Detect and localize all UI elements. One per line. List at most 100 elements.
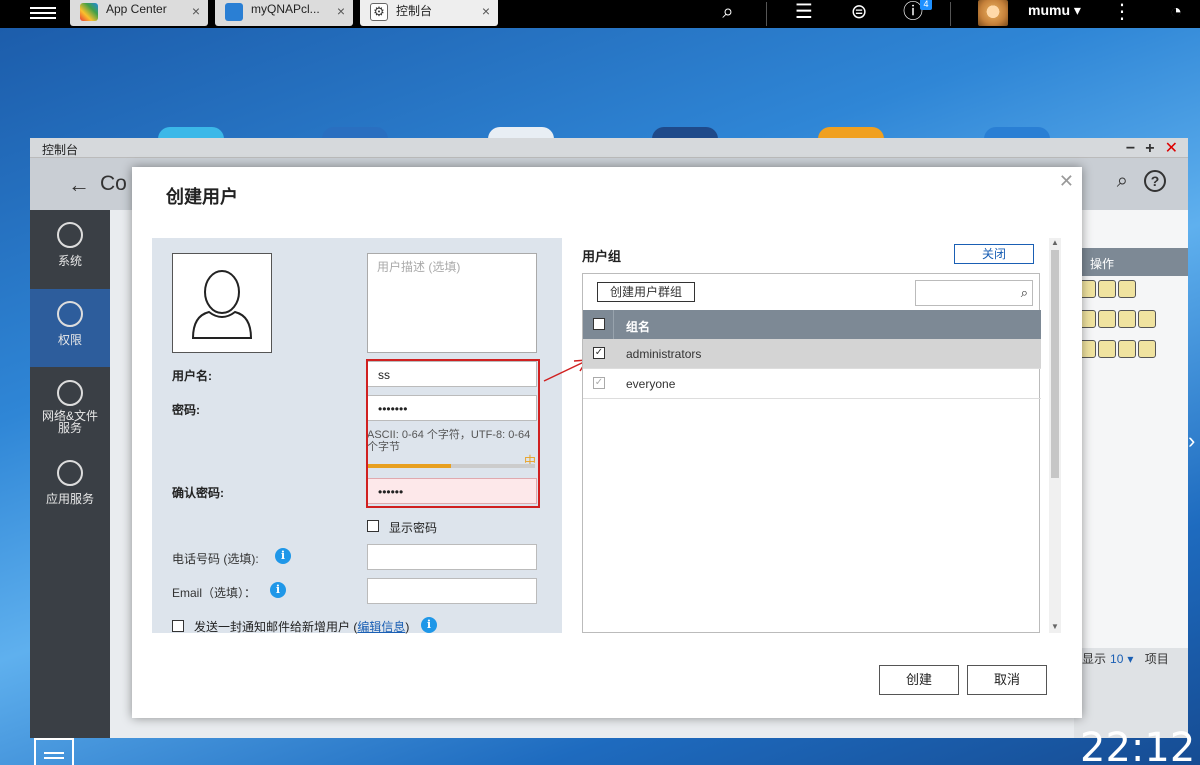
minimize-icon[interactable]: −: [1126, 140, 1135, 157]
close-icon[interactable]: ×: [337, 3, 345, 19]
close-icon[interactable]: ×: [192, 3, 200, 19]
app-permission-icon[interactable]: [1138, 340, 1156, 358]
scroll-down-icon[interactable]: ▼: [1051, 622, 1059, 631]
action-icons-row[interactable]: [1078, 310, 1178, 330]
folder-permission-icon[interactable]: [1118, 340, 1136, 358]
sidebar-item-label: 网络&文件服务: [41, 409, 98, 435]
dialog-title: 创建用户: [166, 187, 238, 207]
scrollbar-thumb[interactable]: [1051, 250, 1059, 478]
tab-myqnapcloud[interactable]: myQNAPcl... ×: [215, 0, 353, 26]
main-menu-icon[interactable]: [30, 4, 56, 24]
chevron-right-icon[interactable]: ›: [1188, 428, 1195, 454]
user-group-panel: 创建用户群组 ⌕ 组名 ✓ administrators ✓ everyone: [582, 273, 1041, 633]
sidebar-item-applications[interactable]: 应用服务: [30, 448, 110, 526]
description-textarea[interactable]: 用户描述 (选填): [367, 253, 537, 353]
gear-icon: ⚙: [370, 3, 388, 21]
close-icon[interactable]: ✕: [1165, 140, 1178, 157]
search-icon[interactable]: ⌕: [1117, 170, 1128, 193]
group-icon[interactable]: [1098, 280, 1116, 298]
notify-email-label: 发送一封通知邮件给新增用户 (: [194, 620, 358, 634]
user-icon: [57, 301, 83, 327]
page-size-value: 10: [1110, 652, 1124, 666]
search-icon[interactable]: ⌕: [714, 0, 742, 26]
phone-label: 电话号码 (选填):: [172, 552, 259, 566]
search-icon[interactable]: ⌕: [1021, 285, 1028, 301]
avatar[interactable]: [172, 253, 272, 353]
cancel-button[interactable]: 取消: [967, 665, 1047, 695]
select-all-checkbox[interactable]: [593, 318, 605, 330]
gear-icon: [57, 222, 83, 248]
info-icon[interactable]: i: [421, 617, 437, 633]
scroll-up-icon[interactable]: ▲: [1051, 238, 1059, 247]
group-table-header: 组名: [583, 310, 1041, 339]
folder-permission-icon[interactable]: [1118, 280, 1136, 298]
close-groups-button[interactable]: 关闭: [954, 244, 1034, 264]
window-titlebar[interactable]: 控制台 − + ✕: [30, 138, 1188, 158]
tab-label: App Center: [106, 2, 167, 16]
group-icon[interactable]: [1098, 310, 1116, 328]
separator: [766, 2, 767, 26]
close-icon[interactable]: ✕: [1059, 171, 1074, 192]
sidebar-item-label: 权限: [57, 333, 82, 347]
user-form-panel: 用户描述 (选填) 用户名: ss 密码: ••••••• ASCII: 0-6…: [152, 238, 562, 635]
user-name: mumu: [1028, 2, 1070, 18]
app-permission-icon[interactable]: [1138, 310, 1156, 328]
maximize-icon[interactable]: +: [1145, 140, 1154, 157]
dashboard-icon[interactable]: ◔: [1162, 0, 1190, 26]
password-label: 密码:: [172, 403, 200, 417]
sidebar-item-system[interactable]: 系统: [30, 210, 110, 288]
highlight-annotation-box: [366, 359, 540, 508]
external-device-icon[interactable]: ⊜: [845, 0, 873, 26]
notify-email-checkbox[interactable]: [172, 620, 184, 632]
description-placeholder: 用户描述 (选填): [377, 260, 461, 274]
column-header-actions: 操作: [1090, 257, 1115, 271]
window-controls: − + ✕: [1116, 138, 1178, 158]
page-size-suffix: 项目: [1144, 652, 1169, 666]
scrollbar[interactable]: ▲ ▼: [1049, 238, 1061, 633]
table-row[interactable]: ✓ everyone: [583, 369, 1041, 399]
show-password-checkbox[interactable]: [367, 520, 379, 532]
group-icon[interactable]: [1098, 340, 1116, 358]
tasks-icon[interactable]: ☰: [790, 0, 818, 26]
notify-email-text: 发送一封通知邮件给新增用户 (编辑信息): [194, 618, 409, 635]
back-arrow-icon[interactable]: ←: [68, 172, 90, 198]
globe-icon: [57, 380, 83, 406]
page-size-selector[interactable]: 显示 10 ▾ 项目: [1082, 650, 1169, 667]
group-checkbox[interactable]: ✓: [593, 347, 605, 359]
notification-icon[interactable]: ⓘ 4: [900, 0, 932, 26]
sidebar: 系统 权限 网络&文件服务 应用服务: [30, 210, 110, 738]
user-menu[interactable]: mumu ▾: [1028, 2, 1081, 19]
sidebar-item-label: 系统: [57, 254, 82, 268]
email-label: Email（选填）：: [172, 586, 257, 600]
group-search-input[interactable]: ⌕: [915, 280, 1033, 306]
apps-grid-icon: [57, 460, 83, 486]
help-icon[interactable]: ?: [1144, 170, 1166, 192]
info-icon[interactable]: i: [270, 582, 286, 598]
sidebar-item-privilege[interactable]: 权限: [30, 289, 110, 367]
phone-input[interactable]: [367, 544, 537, 570]
table-header: 操作: [1074, 248, 1188, 276]
notify-email-suffix: ): [405, 620, 410, 634]
action-icons-row[interactable]: [1078, 340, 1178, 360]
user-silhouette-icon: [191, 270, 253, 339]
info-icon[interactable]: i: [275, 548, 291, 564]
email-input[interactable]: [367, 578, 537, 604]
tab-control-panel[interactable]: ⚙ 控制台 ×: [360, 0, 498, 26]
dock-menu-icon[interactable]: [34, 738, 74, 765]
user-avatar[interactable]: [978, 0, 1008, 26]
tab-app-center[interactable]: App Center ×: [70, 0, 208, 26]
close-icon[interactable]: ×: [482, 3, 490, 19]
create-button[interactable]: 创建: [879, 665, 959, 695]
user-group-title: 用户组: [582, 249, 622, 264]
create-group-button[interactable]: 创建用户群组: [597, 282, 695, 302]
action-icons-row[interactable]: [1078, 280, 1178, 300]
sidebar-item-network[interactable]: 网络&文件服务: [30, 368, 110, 448]
table-row[interactable]: ✓ administrators: [583, 339, 1041, 369]
edit-message-link[interactable]: 编辑信息: [357, 620, 405, 634]
folder-permission-icon[interactable]: [1118, 310, 1136, 328]
username-label: 用户名:: [172, 369, 212, 383]
desktop-clock: 22:12: [1080, 725, 1196, 765]
page-size-prefix: 显示: [1082, 652, 1107, 666]
more-options-icon[interactable]: ⋮: [1112, 0, 1132, 26]
taskbar: App Center × myQNAPcl... × ⚙ 控制台 × ⌕ ☰ ⊜…: [0, 0, 1200, 28]
